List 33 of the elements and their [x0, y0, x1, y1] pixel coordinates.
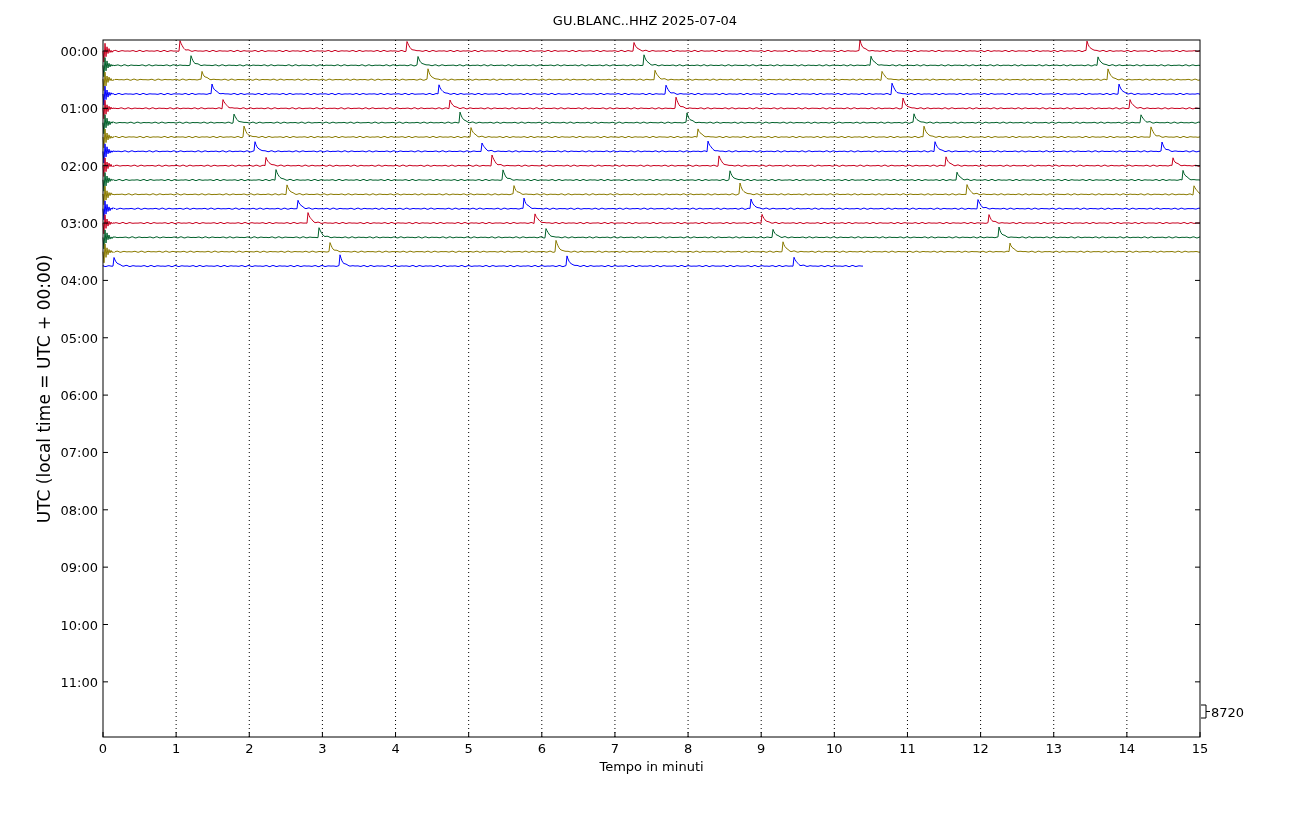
x-tick-label: 4	[391, 741, 400, 756]
x-tick-label: 15	[1191, 741, 1209, 756]
y-tick-label: 01:00	[60, 101, 98, 117]
x-tick-label: 12	[972, 741, 989, 756]
x-tick-label: 2	[245, 741, 254, 756]
x-tick-label: 1	[172, 741, 181, 756]
y-tick-label: 08:00	[60, 502, 98, 518]
x-tick-label: 7	[610, 741, 620, 756]
y-tick-label: 11:00	[60, 674, 98, 690]
y-tick-label: 02:00	[60, 158, 98, 174]
x-tick-label: 8	[683, 741, 693, 756]
y-tick-label: 06:00	[60, 388, 98, 404]
x-tick-label: 0	[98, 741, 108, 756]
x-tick-label: 6	[537, 741, 546, 756]
y-tick-label: 09:00	[60, 560, 98, 576]
y-tick-label: 00:00	[60, 44, 98, 59]
scale-bar-icon	[1200, 704, 1211, 719]
y-axis-title: UTC (local time = UTC + 00:00)	[34, 254, 54, 524]
x-tick-label: 14	[1118, 741, 1136, 756]
y-tick-label: 10:00	[60, 617, 98, 633]
x-tick-label: 13	[1045, 741, 1062, 756]
y-tick-label: 03:00	[60, 216, 98, 232]
chart-title: GU.BLANC..HHZ 2025-07-04	[552, 13, 738, 28]
y-tick-label: 07:00	[60, 445, 98, 461]
x-tick-label: 9	[757, 741, 766, 756]
scale-label: 8720	[1211, 705, 1245, 720]
x-tick-label: 3	[318, 741, 327, 756]
x-tick-label: 11	[899, 741, 916, 756]
y-tick-label: 05:00	[60, 330, 98, 346]
y-tick-label: 04:00	[60, 273, 98, 289]
x-axis-title: Tempo in minuti	[599, 759, 704, 774]
x-tick-label: 10	[826, 741, 843, 756]
x-tick-label: 5	[464, 741, 473, 756]
